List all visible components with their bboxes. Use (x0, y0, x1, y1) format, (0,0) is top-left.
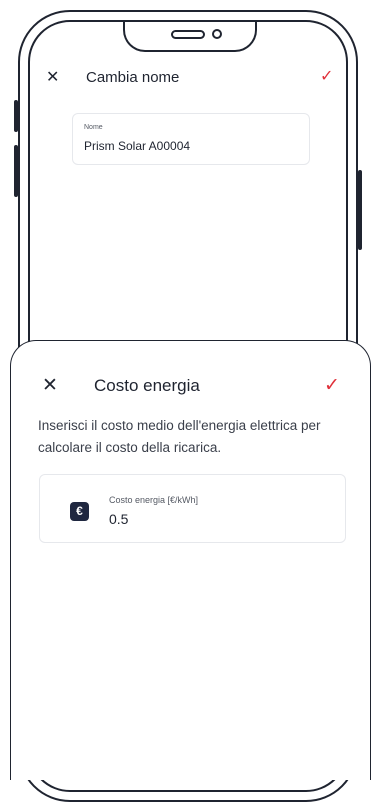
name-field-value[interactable]: Prism Solar A00004 (84, 139, 190, 153)
camera-icon (212, 29, 222, 39)
name-field-label: Nome (84, 124, 103, 131)
close-icon[interactable]: ✕ (42, 374, 58, 397)
phone-side-button (14, 145, 18, 197)
check-icon[interactable]: ✓ (320, 66, 333, 86)
speaker-icon (171, 30, 205, 39)
phone-notch (123, 22, 257, 52)
energy-cost-sheet (10, 340, 371, 780)
page-title: Cambia nome (86, 69, 180, 86)
phone-side-button (358, 170, 362, 250)
energy-cost-label: Costo energia [€/kWh] (109, 495, 199, 505)
energy-cost-field[interactable]: € Costo energia [€/kWh] 0.5 (39, 474, 346, 543)
close-icon[interactable]: ✕ (46, 67, 59, 87)
euro-icon: € (70, 502, 89, 521)
name-field[interactable]: Nome Prism Solar A00004 (72, 113, 310, 165)
check-icon[interactable]: ✓ (324, 374, 340, 397)
sheet-title: Costo energia (94, 376, 200, 395)
energy-cost-input[interactable]: 0.5 (109, 511, 128, 527)
phone-side-button (14, 100, 18, 132)
sheet-description: Inserisci il costo medio dell'energia el… (38, 418, 321, 455)
